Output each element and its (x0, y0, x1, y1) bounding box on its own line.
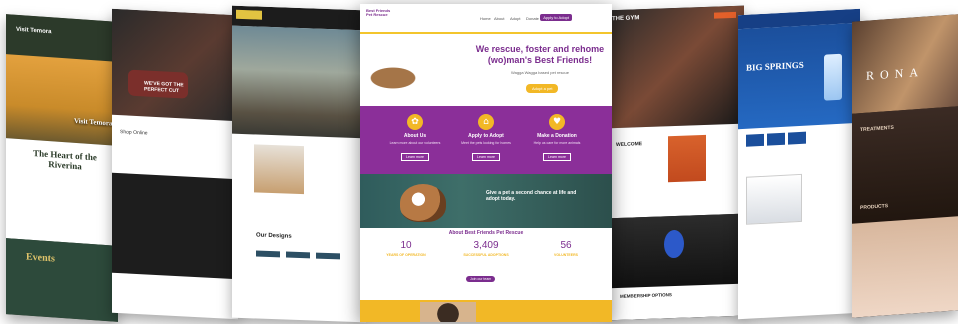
feature-desc: Learn more about our volunteers (389, 141, 441, 145)
gym-footer (606, 283, 744, 321)
temora-hero-brand: Visit Temora (74, 116, 113, 128)
butcher-dark-section (112, 172, 238, 280)
website-card-visit-temora: Visit Temora Visit Temora The Heart of t… (6, 14, 118, 322)
spa-products-label: PRODUCTS (860, 203, 889, 212)
website-card-big-springs: BIG SPRINGS (738, 8, 860, 320)
rescue-footer-band (360, 300, 612, 322)
gym-welcome-heading: WELCOME (616, 141, 643, 149)
stat-years: 10 YEARS OF OPERATION (366, 240, 446, 257)
gym-logo: THE GYM (612, 15, 640, 23)
hero-button[interactable]: Adopt a pet (526, 84, 559, 93)
hero-subheadline: Wagga Wagga based pet rescue (511, 70, 569, 75)
stat-volunteers: 56 VOLUNTEERS (526, 240, 606, 257)
cabin-design-block (316, 252, 340, 260)
stat-label: SUCCESSFUL ADOPTIONS (463, 253, 509, 257)
cabin-design-block (256, 250, 280, 258)
rescue-header: Best Friends Pet Rescue Home About Adopt… (360, 4, 612, 34)
temora-logo: Visit Temora (16, 26, 52, 36)
feature-desc: Help us care for more animals (533, 141, 581, 145)
about-heading: About Best Friends Pet Rescue (448, 230, 524, 236)
cabin-logo-badge (236, 9, 262, 20)
stat-label: YEARS OF OPERATION (386, 253, 426, 257)
website-card-pet-rescue: Best Friends Pet Rescue Home About Adopt… (360, 4, 612, 322)
cabin-room-image (254, 144, 304, 195)
dog-banner: Give a pet a second chance at life and a… (360, 174, 612, 228)
feature-about: ✿ About Us Learn more about our voluntee… (380, 114, 450, 163)
badge-icon (788, 131, 806, 145)
water-bottle-image (824, 53, 842, 101)
website-card-gym: THE GYM WELCOME MEMBERSHIP OPTIONS (606, 5, 744, 321)
feature-title: Apply to Adopt (468, 133, 504, 139)
cabin-hero (232, 25, 366, 139)
springs-badges (746, 131, 806, 147)
gym-hero: THE GYM (606, 5, 744, 129)
spa-hero: RONA (852, 14, 958, 114)
springs-hero: BIG SPRINGS (738, 22, 860, 130)
hand-heart-icon: ♥ (549, 114, 565, 130)
temora-events: Events (6, 238, 118, 322)
join-team-button[interactable]: Join our team (466, 276, 496, 282)
spa-brand: RONA (866, 64, 925, 83)
temora-content: The Heart of the Riverina (6, 138, 118, 246)
butcher-section-title: Shop Online (120, 129, 148, 137)
showcase-collage: Visit Temora Visit Temora The Heart of t… (0, 0, 958, 324)
website-card-spa: RONA TREATMENTS PRODUCTS (852, 14, 958, 318)
hero-headline: We rescue, foster and rehome (wo)man's B… (475, 44, 605, 66)
springs-name: BIG SPRINGS (746, 59, 804, 73)
stat-value: 56 (560, 240, 572, 251)
rescue-hero: We rescue, foster and rehome (wo)man's B… (360, 36, 612, 106)
dog-banner-text: Give a pet a second chance at life and a… (486, 190, 577, 202)
feature-donate: ♥ Make a Donation Help us care for more … (522, 114, 592, 163)
stat-value: 3,409 (473, 240, 499, 251)
cabin-design-block (286, 251, 310, 259)
feature-title: Make a Donation (537, 133, 577, 139)
spa-treatments: TREATMENTS PRODUCTS (852, 106, 958, 224)
feature-adopt: ⌂ Apply to Adopt Meet the pets looking f… (451, 114, 521, 163)
cabin-designs-heading: Our Designs (256, 232, 292, 240)
pets-image (360, 42, 470, 102)
nav-link[interactable]: Adopt (510, 16, 520, 21)
award-icon: ✿ (407, 114, 423, 130)
gym-trainer-image (668, 134, 706, 183)
feature-button[interactable]: Learn more (543, 153, 571, 161)
stat-value: 10 (400, 240, 412, 251)
website-card-cabin: Our Designs (232, 5, 366, 323)
butcher-hero: WE'VE GOT THE PERFECT CUT (112, 8, 238, 122)
house-icon: ⌂ (478, 114, 494, 130)
temora-events-heading: Events (26, 251, 55, 265)
dog-image (400, 184, 446, 222)
stat-adoptions: 3,409 SUCCESSFUL ADOPTIONS (446, 240, 526, 257)
gym-cta-button[interactable] (714, 11, 736, 19)
rescue-logo[interactable]: Best Friends Pet Rescue (366, 8, 396, 18)
nav-link[interactable]: Home (480, 16, 491, 21)
stat-label: VOLUNTEERS (554, 253, 578, 257)
features-section: ✿ About Us Learn more about our voluntee… (360, 106, 612, 174)
badge-icon (767, 132, 785, 146)
nav-link[interactable]: About (494, 16, 504, 21)
apply-button[interactable]: Apply to Adopt (540, 14, 572, 21)
feature-desc: Meet the pets looking for homes (461, 141, 511, 145)
badge-icon (746, 133, 764, 147)
website-card-butcher: WE'VE GOT THE PERFECT CUT Shop Online (112, 8, 238, 320)
temora-hero: Visit Temora (6, 54, 118, 146)
spa-treatments-label: TREATMENTS (860, 124, 894, 134)
feature-title: About Us (403, 133, 427, 139)
temora-heading: The Heart of the Riverina (33, 147, 97, 172)
footer-photo (420, 302, 476, 322)
feature-button[interactable]: Learn more (401, 153, 429, 161)
spa-portrait (852, 216, 958, 318)
nav-link[interactable]: Donate (526, 16, 539, 21)
feature-button[interactable]: Learn more (472, 153, 500, 161)
springs-office-image (746, 173, 802, 225)
